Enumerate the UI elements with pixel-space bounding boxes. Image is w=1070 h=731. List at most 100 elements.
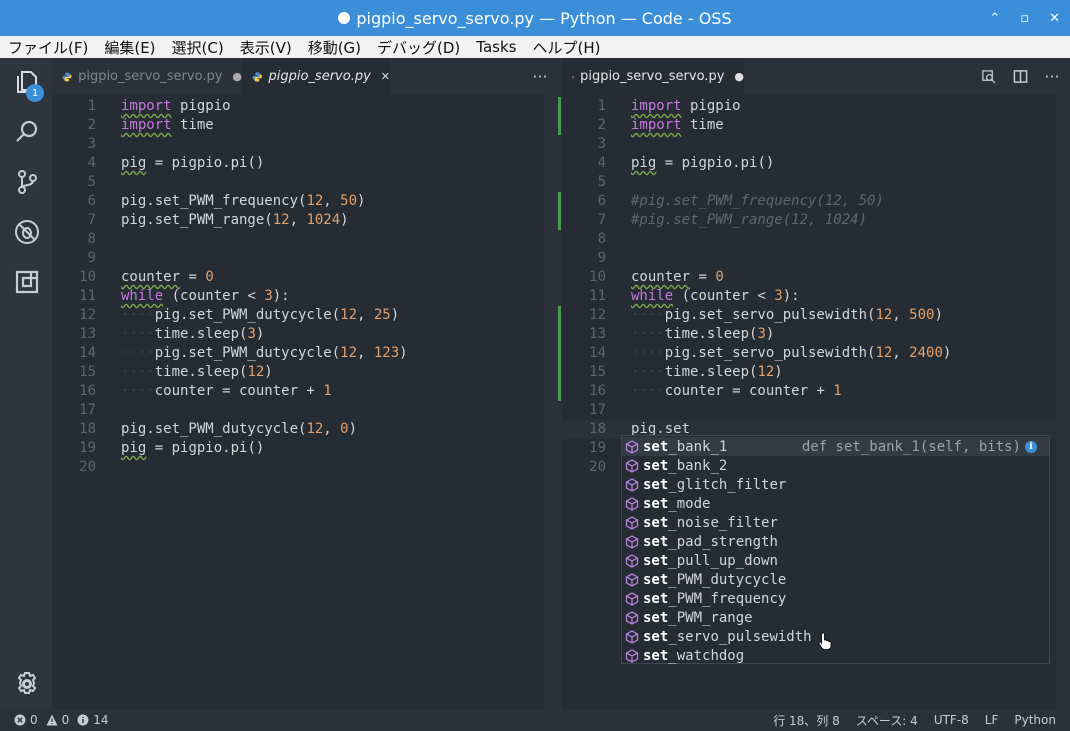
code-line: 8 <box>52 230 558 249</box>
tab-pigpio-servo[interactable]: pigpio_servo.py ✕ <box>242 58 390 95</box>
language-mode[interactable]: Python <box>1014 713 1056 727</box>
suggestion-label: _noise_filter <box>668 514 778 531</box>
line-number: 1 <box>87 98 96 114</box>
code-token: import <box>121 98 172 114</box>
tab-pigpio-servo-servo[interactable]: pigpio_servo_servo.py ● <box>562 58 744 95</box>
line-number: 11 <box>79 288 96 304</box>
line-number: 7 <box>597 212 606 228</box>
suggestion-item[interactable]: set _mode <box>622 494 1049 513</box>
editor-group-left: pigpio_servo_servo.py ● pigpio_servo.py … <box>52 58 558 709</box>
split-editor-icon[interactable] <box>1006 58 1034 95</box>
suggestion-item[interactable]: set _PWM_range <box>622 608 1049 627</box>
suggestion-label: _PWM_dutycycle <box>668 571 787 588</box>
method-cube-icon <box>625 458 639 473</box>
problems-summary[interactable]: 0 0 14 <box>14 713 109 727</box>
suggestion-item[interactable]: set _bank_2 <box>622 456 1049 475</box>
code-token: time.sleep( <box>664 326 758 342</box>
code-token: ···· <box>631 307 665 323</box>
code-token: = pigpio.pi() <box>656 155 775 171</box>
suggestion-match: set <box>643 609 669 626</box>
code-token: 0 <box>715 269 724 285</box>
line-number: 3 <box>597 136 606 152</box>
line-text: ····time.sleep(3) <box>631 325 774 344</box>
code-token: ···· <box>631 345 665 361</box>
suggestion-item[interactable]: set _PWM_dutycycle <box>622 570 1049 589</box>
minimize-button[interactable]: ⌃ <box>989 11 1000 26</box>
code-token: 500 <box>909 307 935 323</box>
method-cube-icon <box>625 648 639 663</box>
menu-selection[interactable]: 選択(C) <box>164 37 232 58</box>
suggestion-item[interactable]: set _watchdog <box>622 646 1049 665</box>
suggestion-label: _bank_1 <box>668 438 728 455</box>
code-line: 2 import time <box>52 116 558 135</box>
suggestion-item[interactable]: set _servo_pulsewidth <box>622 627 1049 646</box>
scrollbar-left[interactable] <box>544 95 558 709</box>
code-token: = pigpio.pi() <box>146 155 265 171</box>
code-token: import <box>121 117 172 133</box>
code-editor-left[interactable]: 1 import pigpio 2 import time 3 4 pig = pigpio… <box>52 95 558 709</box>
line-number: 18 <box>589 421 606 437</box>
suggestion-label: _watchdog <box>668 647 745 664</box>
code-line: 4 pig = pigpio.pi() <box>562 154 1070 173</box>
close-tab-icon[interactable]: ✕ <box>381 70 390 83</box>
code-line: 3 <box>562 135 1070 154</box>
method-cube-icon <box>625 610 639 625</box>
suggestion-item[interactable]: set _PWM_frequency <box>622 589 1049 608</box>
code-token: ) <box>399 345 408 361</box>
line-number: 4 <box>597 155 606 171</box>
search-icon[interactable] <box>13 118 41 146</box>
code-token: while <box>631 288 674 304</box>
code-line: 12 ····pig.set_servo_pulsewidth(12, 500) <box>562 306 1070 325</box>
code-token: ) <box>390 307 400 323</box>
cursor-position[interactable]: 行 18、列 8 <box>773 712 840 729</box>
code-token: 12 <box>757 364 775 380</box>
suggestion-item[interactable]: set _glitch_filter <box>622 475 1049 494</box>
suggestion-item[interactable]: set _bank_1 def set_bank_1(self, bits) i <box>622 437 1049 456</box>
end-of-line[interactable]: LF <box>985 713 999 727</box>
menu-tasks[interactable]: Tasks <box>468 38 524 56</box>
line-text: ····pig.set_servo_pulsewidth(12, 2400) <box>631 344 951 363</box>
settings-gear-icon[interactable] <box>13 670 41 698</box>
menu-debug[interactable]: デバッグ(D) <box>369 37 468 58</box>
menu-view[interactable]: 表示(V) <box>232 37 300 58</box>
source-control-icon[interactable] <box>13 168 41 196</box>
debug-icon[interactable] <box>13 218 41 246</box>
menu-go[interactable]: 移動(G) <box>300 37 369 58</box>
indentation[interactable]: スペース: 4 <box>856 712 918 729</box>
suggestion-item[interactable]: set _pull_up_down <box>622 551 1049 570</box>
code-token: 25 <box>373 307 391 323</box>
tab-bar-left: pigpio_servo_servo.py ● pigpio_servo.py … <box>52 58 558 95</box>
line-text: import time <box>121 116 214 135</box>
diff-gutter-mark <box>558 306 561 401</box>
open-changes-icon[interactable] <box>974 58 1002 95</box>
code-token: pig.set_servo_pulsewidth( <box>664 345 876 361</box>
code-token: counter = counter + <box>154 383 324 399</box>
encoding[interactable]: UTF-8 <box>934 713 969 727</box>
code-line: 16 ····counter = counter + 1 <box>562 382 1070 401</box>
line-text: import time <box>631 116 724 135</box>
menu-edit[interactable]: 編集(E) <box>96 37 163 58</box>
menu-help[interactable]: ヘルプ(H) <box>524 37 608 58</box>
extensions-icon[interactable] <box>13 268 41 296</box>
scrollbar-right[interactable] <box>1056 95 1070 709</box>
diff-gutter-mark <box>558 192 561 230</box>
line-text: pig.set_PWM_dutycycle(12, 0) <box>121 420 357 439</box>
maximize-button[interactable]: ▫ <box>1020 11 1029 26</box>
suggestion-item[interactable]: set _noise_filter <box>622 513 1049 532</box>
close-window-button[interactable]: ✕ <box>1049 11 1060 26</box>
warning-icon <box>46 714 58 726</box>
python-file-icon <box>62 72 72 81</box>
read-more-info-icon[interactable]: i <box>1025 440 1037 453</box>
python-file-icon <box>572 75 574 78</box>
more-actions-button[interactable]: ··· <box>1038 58 1066 95</box>
method-cube-icon <box>625 477 639 492</box>
menu-file[interactable]: ファイル(F) <box>0 37 96 58</box>
method-cube-icon <box>625 534 639 549</box>
line-number: 2 <box>87 117 96 133</box>
code-token: ) <box>348 421 358 437</box>
code-token: (counter < <box>163 288 265 304</box>
line-number: 20 <box>79 459 96 475</box>
suggestion-item[interactable]: set _pad_strength <box>622 532 1049 551</box>
tab-pigpio-servo-servo-left[interactable]: pigpio_servo_servo.py ● <box>52 58 242 95</box>
more-actions-button[interactable]: ··· <box>526 58 554 95</box>
